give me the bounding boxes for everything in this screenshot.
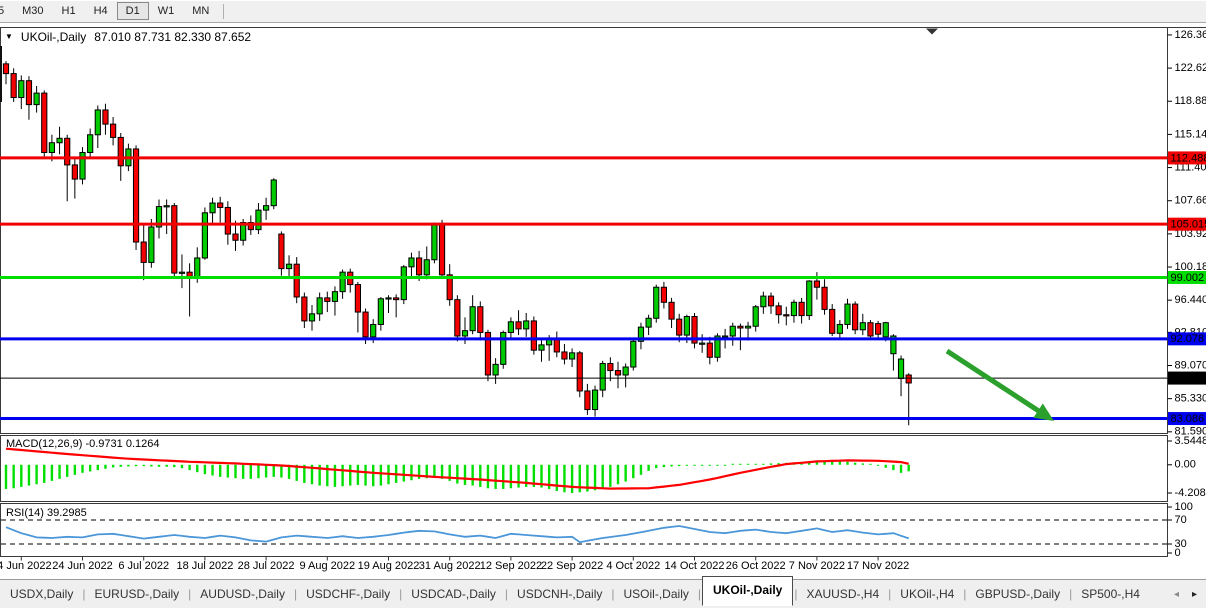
svg-text:70: 70 (1175, 514, 1187, 526)
svg-text:85.330: 85.330 (1175, 393, 1206, 405)
price-tag-92.078: 92.078 (1171, 333, 1205, 345)
tab-scroll-left-icon[interactable]: ◂ (1174, 589, 1179, 600)
trend-arrow-annotation[interactable] (947, 351, 1054, 421)
svg-text:0.00: 0.00 (1175, 459, 1196, 471)
svg-text:28 Jul 2022: 28 Jul 2022 (238, 560, 295, 572)
price-tag-87.652: 87.652 (1171, 372, 1205, 384)
tab-ukoil-daily[interactable]: UKOil-,Daily (702, 576, 793, 606)
rsi-pane: 10070300 (1, 501, 1193, 559)
tab-scroll-nav: ◂▸ (1174, 589, 1204, 600)
timeframe-button-h4[interactable]: H4 (85, 2, 117, 20)
svg-text:107.660: 107.660 (1175, 195, 1206, 207)
svg-text:4 Oct 2022: 4 Oct 2022 (606, 560, 660, 572)
svg-text:0: 0 (1175, 547, 1181, 559)
tab-usdcnh-daily[interactable]: USDCNH-,Daily (509, 582, 610, 606)
svg-text:89.070: 89.070 (1175, 359, 1206, 371)
tab-usdx-daily[interactable]: USDX,Daily (2, 582, 81, 606)
svg-text:118.880: 118.880 (1175, 95, 1206, 107)
tab-sp500-h4[interactable]: SP500-,H4 (1073, 582, 1148, 606)
svg-text:24 Jun 2022: 24 Jun 2022 (52, 560, 113, 572)
svg-text:3.5448: 3.5448 (1175, 435, 1206, 447)
svg-text:100: 100 (1175, 501, 1193, 513)
svg-text:-4.2086: -4.2086 (1175, 487, 1206, 499)
tab-eurusd-daily[interactable]: EURUSD-,Daily (86, 582, 187, 606)
timeframe-button-w1[interactable]: W1 (149, 2, 184, 20)
svg-text:7 Nov 2022: 7 Nov 2022 (789, 560, 845, 572)
svg-text:14 Oct 2022: 14 Oct 2022 (665, 560, 725, 572)
svg-text:122.620: 122.620 (1175, 62, 1206, 74)
macd-pane: 3.5448 0.00 -4.2086 (6, 435, 1206, 499)
chart-shift-marker-icon (926, 29, 938, 35)
svg-text:9 Aug 2022: 9 Aug 2022 (299, 560, 355, 572)
svg-text:18 Jul 2022: 18 Jul 2022 (176, 560, 233, 572)
tab-usoil-daily[interactable]: USOil-,Daily (616, 582, 697, 606)
clipped-candle (0, 46, 2, 102)
tab-xauusd-h4[interactable]: XAUUSD-,H4 (798, 582, 887, 606)
svg-text:14 Jun 2022: 14 Jun 2022 (0, 560, 52, 572)
svg-text:22 Sep 2022: 22 Sep 2022 (541, 560, 603, 572)
timeframe-button-mn[interactable]: MN (183, 2, 218, 20)
timeframe-button-5[interactable]: 5 (0, 2, 13, 20)
rsi-line (6, 526, 909, 542)
tab-usdchf-daily[interactable]: USDCHF-,Daily (298, 582, 398, 606)
price-tag-99.002: 99.002 (1171, 272, 1205, 284)
svg-text:96.440: 96.440 (1175, 294, 1206, 306)
chart-canvas[interactable]: 126.360122.620118.880115.140111.400107.6… (0, 24, 1206, 579)
timeframe-button-m30[interactable]: M30 (13, 2, 52, 20)
symbol-tab-bar: USDX,Daily|EURUSD-,Daily|AUDUSD-,Daily|U… (0, 579, 1206, 608)
tab-audusd-daily[interactable]: AUDUSD-,Daily (192, 582, 293, 606)
svg-text:12 Sep 2022: 12 Sep 2022 (480, 560, 542, 572)
price-tag-83.086: 83.086 (1171, 413, 1205, 425)
timeframe-button-d1[interactable]: D1 (117, 2, 149, 20)
svg-text:6 Jul 2022: 6 Jul 2022 (118, 560, 169, 572)
svg-text:17 Nov 2022: 17 Nov 2022 (847, 560, 909, 572)
tab-gbpusd-daily[interactable]: GBPUSD-,Daily (967, 582, 1068, 606)
toolbar-separator (223, 4, 224, 19)
price-tag-105.015: 105.015 (1171, 219, 1206, 231)
price-tags: 112.488 105.015 99.002 92.078 87.652 83.086 (1168, 151, 1206, 425)
svg-text:31 Aug 2022: 31 Aug 2022 (419, 560, 481, 572)
svg-text:115.140: 115.140 (1175, 128, 1206, 140)
timeframe-toolbar: 5M30H1H4D1W1MN (0, 0, 1206, 23)
tab-usdcad-daily[interactable]: USDCAD-,Daily (403, 582, 504, 606)
date-axis: 14 Jun 202224 Jun 2022 6 Jul 2022 18 Jul 2… (0, 557, 909, 573)
tab-ukoil-h4[interactable]: UKOil-,H4 (892, 582, 962, 606)
timeframe-button-h1[interactable]: H1 (53, 2, 85, 20)
svg-text:19 Aug 2022: 19 Aug 2022 (358, 560, 420, 572)
svg-text:126.360: 126.360 (1175, 29, 1206, 41)
tab-scroll-right-icon[interactable]: ▸ (1192, 589, 1197, 600)
price-tag-112.488: 112.488 (1171, 152, 1206, 164)
svg-text:26 Oct 2022: 26 Oct 2022 (726, 560, 786, 572)
candlesticks (0, 46, 911, 425)
